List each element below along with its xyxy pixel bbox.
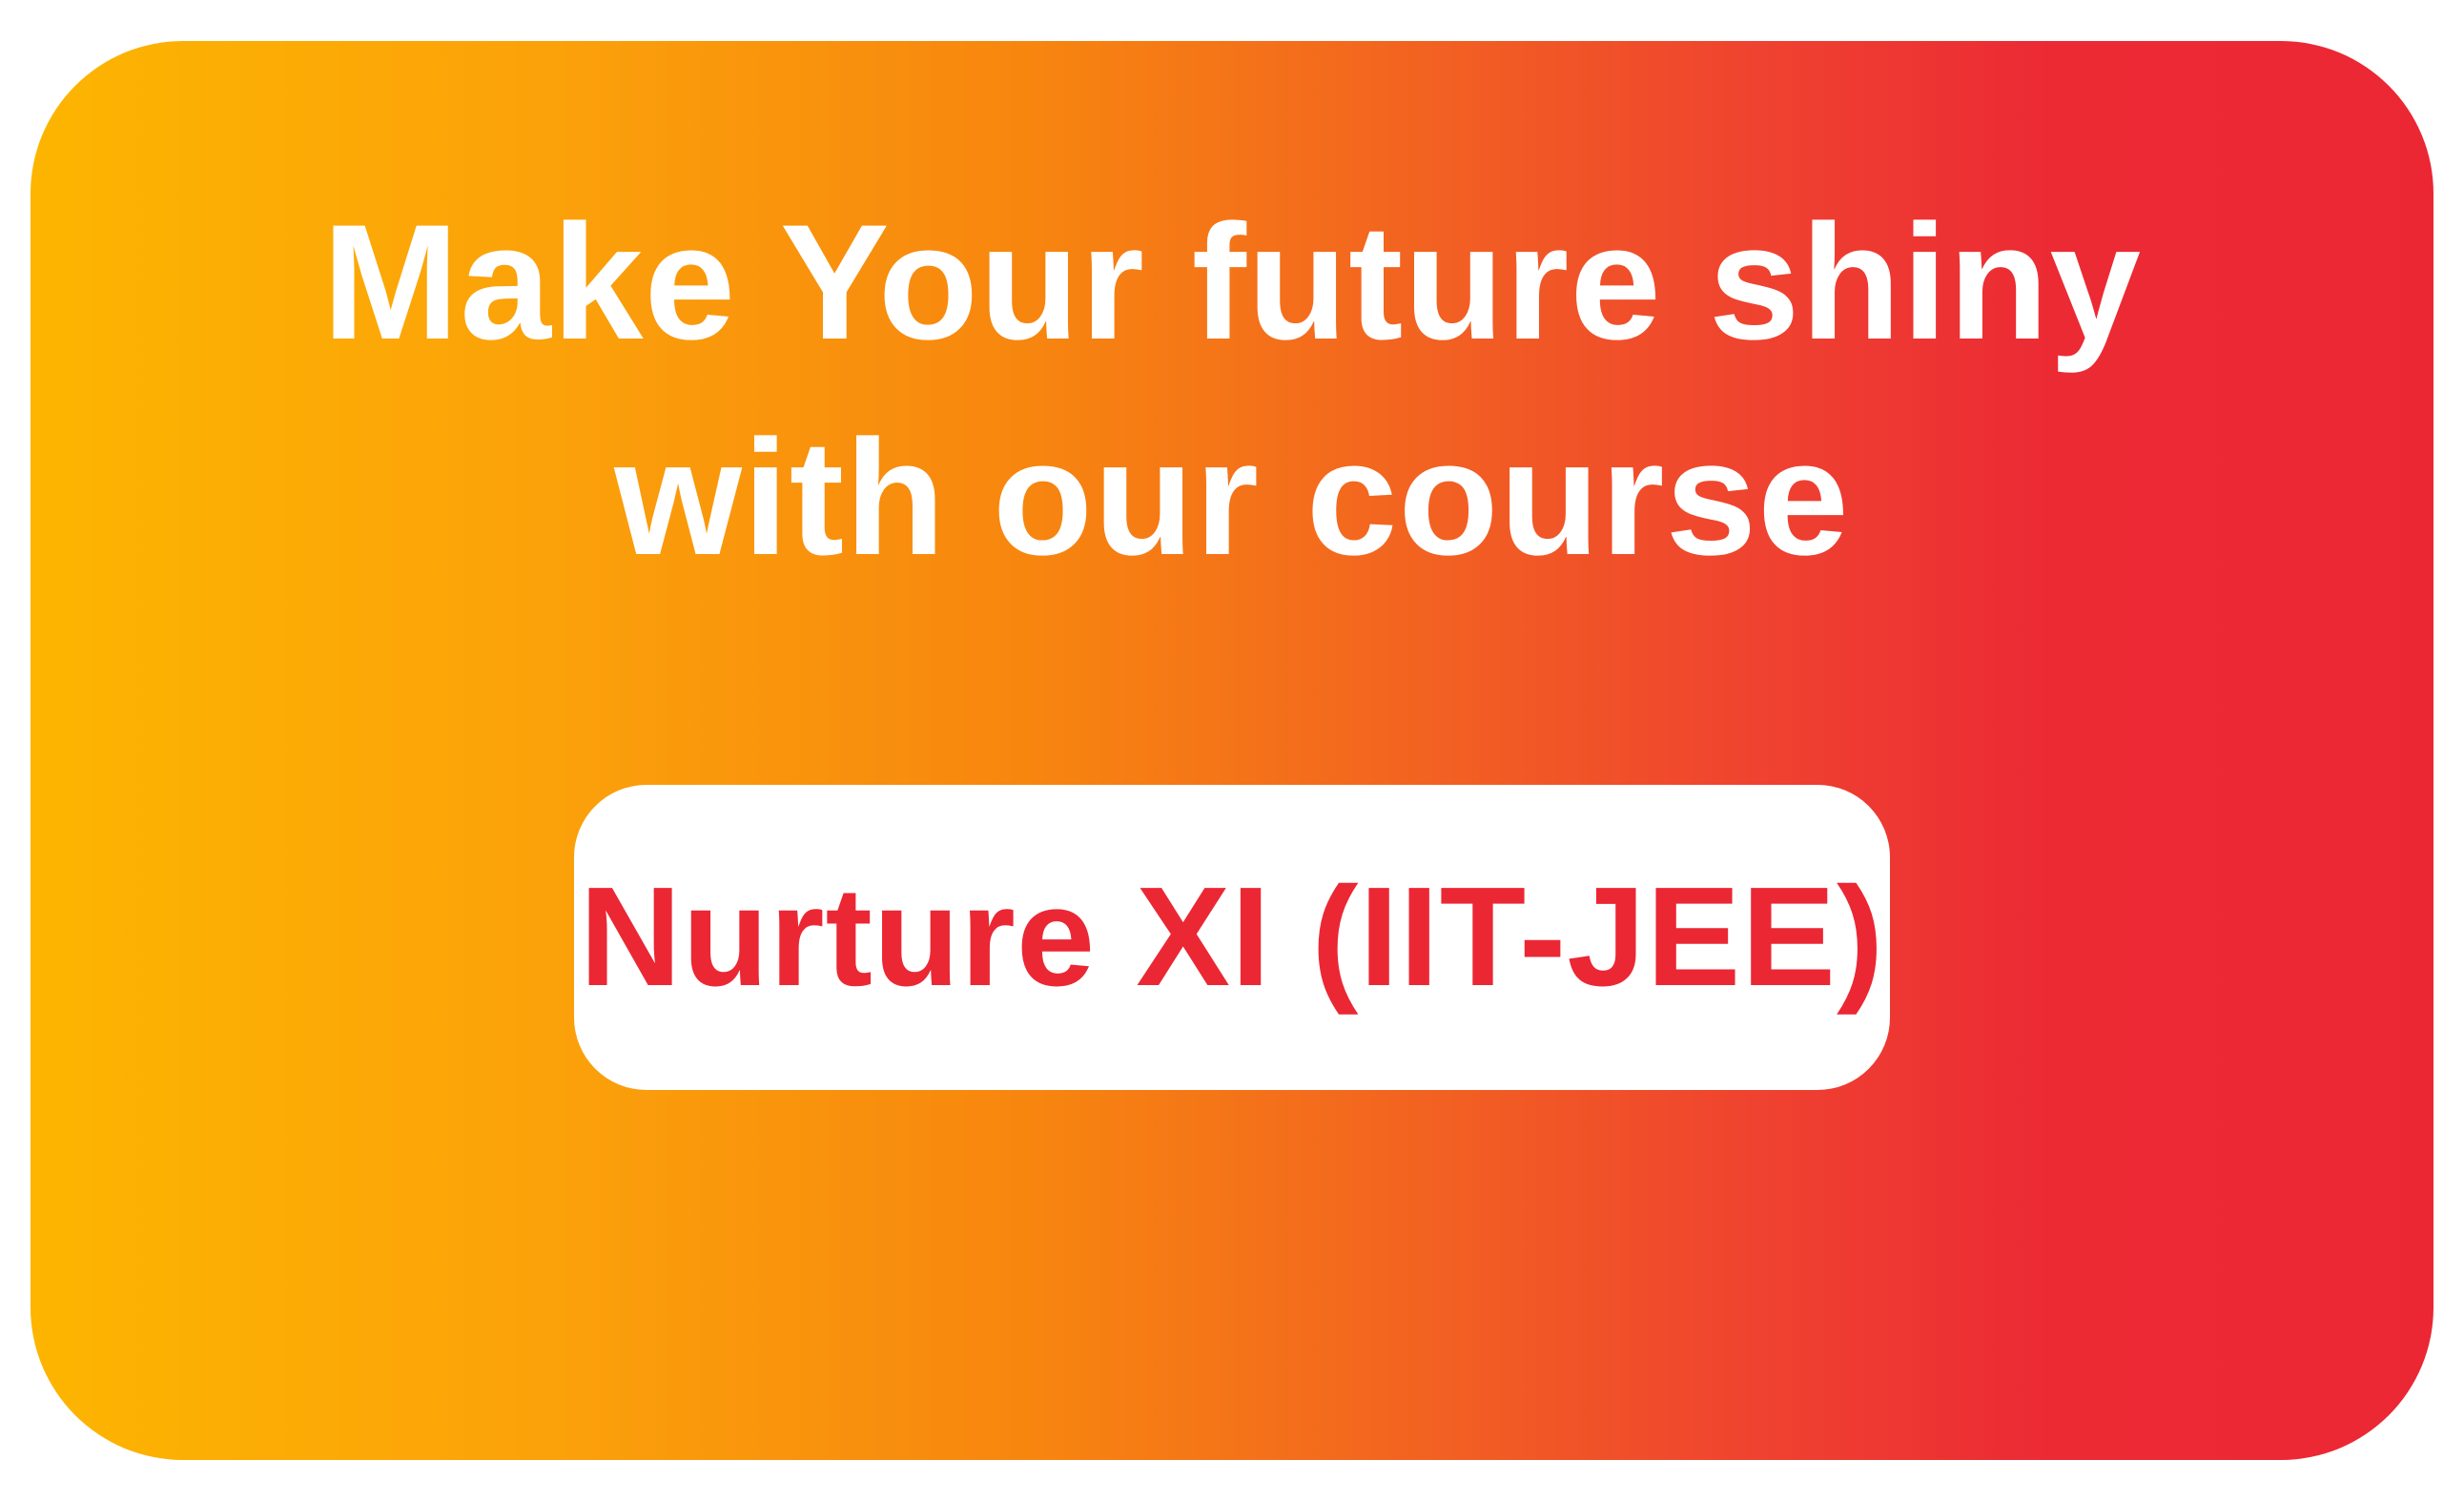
- promo-banner: Make Your future shiny with our course N…: [31, 41, 2433, 1460]
- course-label: Nurture XI (IIT-JEE): [579, 858, 1885, 1016]
- headline: Make Your future shiny with our course: [31, 175, 2433, 606]
- headline-line-2: with our course: [614, 406, 1850, 589]
- course-button[interactable]: Nurture XI (IIT-JEE): [574, 785, 1890, 1090]
- headline-line-1: Make Your future shiny: [321, 191, 2143, 374]
